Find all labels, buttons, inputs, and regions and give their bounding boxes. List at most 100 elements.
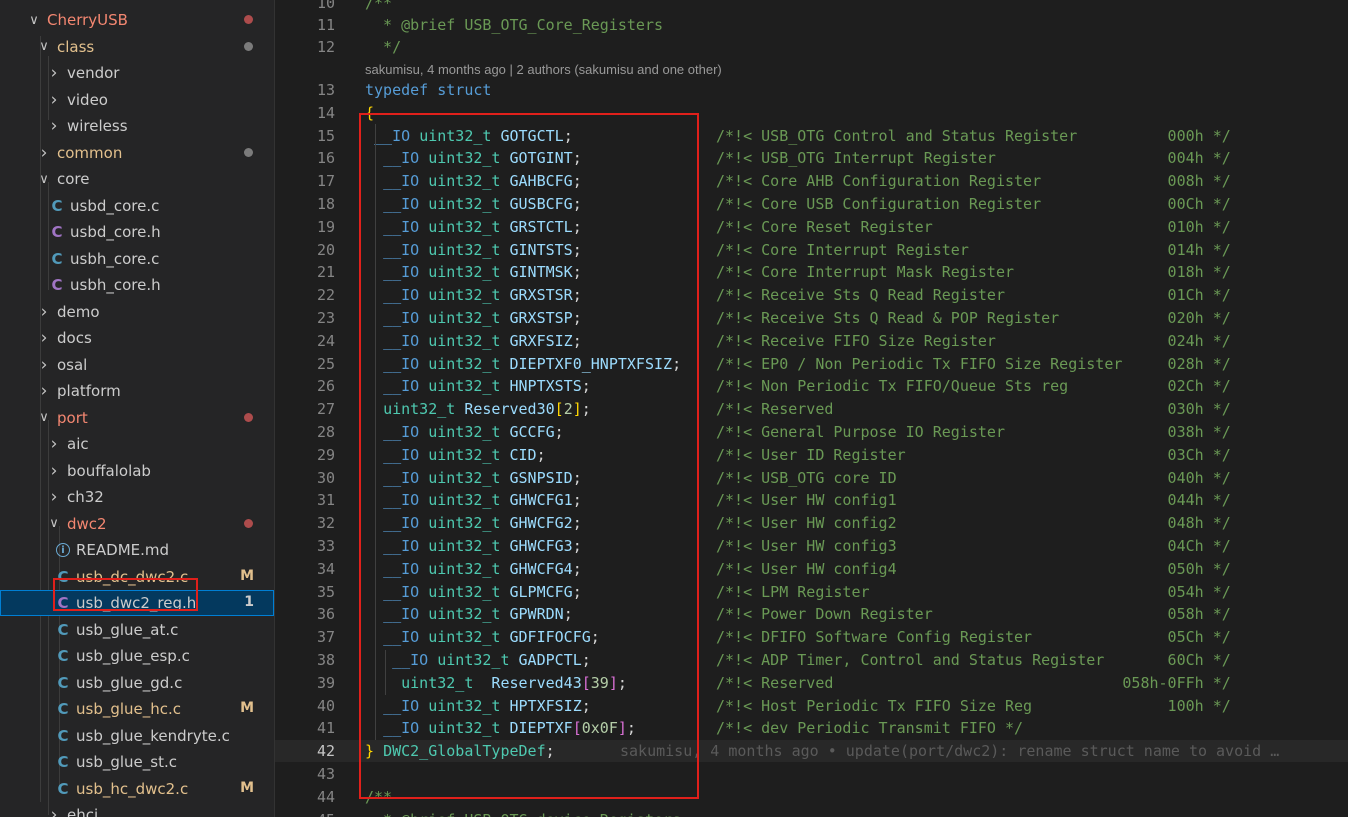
- code-line: 11 * @brief USB_OTG_Core_Registers: [275, 14, 1348, 36]
- tree-folder[interactable]: ch32: [0, 484, 274, 510]
- chevron-right-icon[interactable]: [47, 805, 61, 817]
- tree-file[interactable]: i README.md: [0, 537, 274, 563]
- code-line: 22 __IO uint32_t GRXSTSR; /*!< Receive St…: [275, 284, 1348, 306]
- array-size: 39: [590, 673, 609, 692]
- tree-file[interactable]: Cusbd_core.c: [0, 193, 274, 219]
- semicolon: ;: [536, 445, 546, 464]
- tree-file[interactable]: Cusb_dwc2_reg.h 1: [0, 590, 274, 616]
- chevron-right-icon[interactable]: [47, 434, 61, 454]
- chevron-right-icon[interactable]: [37, 143, 51, 163]
- member-name: GDFIFOCFG: [509, 628, 591, 647]
- chevron-down-icon[interactable]: [37, 410, 51, 425]
- chevron-right-icon[interactable]: [47, 487, 61, 507]
- chevron-right-icon[interactable]: [37, 302, 51, 322]
- tree-file[interactable]: Cusbh_core.h: [0, 272, 274, 298]
- tree-file[interactable]: Cusb_glue_at.c: [0, 617, 274, 643]
- tree-folder[interactable]: CherryUSB: [0, 7, 274, 33]
- struct-member: __IO uint32_t DIEPTXF[0x0F];: [365, 717, 636, 739]
- chevron-right-icon[interactable]: [47, 116, 61, 136]
- tree-item-label: bouffalolab: [67, 461, 151, 480]
- tree-folder[interactable]: bouffalolab: [0, 458, 274, 484]
- tree-item-label: vendor: [67, 64, 120, 82]
- macro-io: __IO: [383, 263, 420, 282]
- member-comment: /*!< USB_OTG Control and Status Register…: [716, 126, 1231, 145]
- tree-folder[interactable]: vendor: [0, 60, 274, 86]
- code-line: 17 __IO uint32_t GAHBCFG; /*!< Core AHB C…: [275, 170, 1348, 192]
- tree-folder[interactable]: ehci: [0, 802, 274, 817]
- macro-io: __IO: [383, 628, 420, 647]
- tree-folder[interactable]: osal: [0, 352, 274, 378]
- line-number: 45: [275, 809, 335, 817]
- keyword-typedef: typedef: [365, 81, 429, 99]
- chevron-down-icon[interactable]: [37, 172, 51, 187]
- type-uint32: uint32_t: [428, 445, 501, 464]
- codelens-authors[interactable]: sakumisu, 4 months ago | 2 authors (saku…: [365, 62, 722, 77]
- tree-folder[interactable]: port: [0, 405, 274, 431]
- tree-folder[interactable]: class: [0, 34, 274, 60]
- tree-item-label: README.md: [76, 541, 170, 559]
- semicolon: ;: [572, 308, 582, 327]
- typedef-name: DWC2_GlobalTypeDef: [383, 742, 546, 760]
- type-uint32: uint32_t: [428, 263, 501, 282]
- array-size: 0x0F: [581, 719, 618, 738]
- line-number: 33: [316, 536, 335, 555]
- tree-file[interactable]: Cusb_hc_dwc2.c M: [0, 776, 274, 802]
- chevron-right-icon[interactable]: [47, 63, 61, 83]
- member-name: GHWCFG1: [509, 491, 573, 510]
- line-number: 40: [316, 696, 335, 715]
- chevron-down-icon[interactable]: [37, 39, 51, 54]
- chevron-right-icon[interactable]: [37, 381, 51, 401]
- tree-folder[interactable]: wireless: [0, 113, 274, 139]
- member-comment: /*!< User HW config4 050h */: [716, 559, 1231, 578]
- tree-file[interactable]: Cusb_glue_esp.c: [0, 643, 274, 669]
- tree-file[interactable]: Cusbh_core.c: [0, 246, 274, 272]
- semicolon: ;: [581, 650, 591, 669]
- c-file-icon: C: [57, 726, 69, 745]
- chevron-right-icon[interactable]: [47, 461, 61, 481]
- member-comment: /*!< EP0 / Non Periodic Tx FIFO Size Reg…: [716, 354, 1231, 373]
- struct-member: __IO uint32_t GINTMSK;: [365, 261, 582, 283]
- tree-folder[interactable]: common: [0, 140, 274, 166]
- line-number: 32: [316, 514, 335, 533]
- chevron-right-icon[interactable]: [47, 90, 61, 110]
- git-blame-annotation[interactable]: sakumisu, 4 months ago • update(port/dwc…: [620, 740, 1279, 762]
- chevron-down-icon[interactable]: [47, 516, 61, 531]
- tree-folder[interactable]: docs: [0, 325, 274, 351]
- tree-folder[interactable]: core: [0, 166, 274, 192]
- semicolon: ;: [563, 605, 573, 624]
- tree-file[interactable]: Cusb_glue_st.c: [0, 749, 274, 775]
- tree-file[interactable]: Cusbd_core.h: [0, 219, 274, 245]
- tree-file[interactable]: Cusb_dc_dwc2.c M: [0, 564, 274, 590]
- chevron-right-icon[interactable]: [37, 328, 51, 348]
- tree-folder[interactable]: dwc2: [0, 511, 274, 537]
- type-uint32: uint32_t: [428, 582, 501, 601]
- code-editor[interactable]: sakumisu, 4 months ago | 2 authors (saku…: [275, 0, 1348, 817]
- c-file-icon: C: [57, 779, 69, 798]
- member-name: GCCFG: [509, 422, 555, 441]
- type-uint32: uint32_t: [383, 400, 456, 419]
- tree-folder[interactable]: video: [0, 87, 274, 113]
- struct-member: __IO uint32_t GRXFSIZ;: [365, 330, 582, 352]
- tree-file[interactable]: Cusb_glue_gd.c: [0, 670, 274, 696]
- tree-folder[interactable]: demo: [0, 299, 274, 325]
- chevron-right-icon[interactable]: [37, 355, 51, 375]
- tree-folder[interactable]: aic: [0, 431, 274, 457]
- type-uint32: uint32_t: [428, 628, 501, 647]
- tree-file[interactable]: Cusb_glue_kendryte.c: [0, 723, 274, 749]
- struct-member: __IO uint32_t GCCFG;: [365, 421, 564, 443]
- bracket: [: [581, 673, 591, 692]
- semicolon: ;: [617, 673, 627, 692]
- tree-folder[interactable]: platform: [0, 378, 274, 404]
- tree-file[interactable]: Cusb_glue_hc.c M: [0, 696, 274, 722]
- modified-dot: [244, 412, 253, 422]
- chevron-down-icon[interactable]: [27, 13, 41, 28]
